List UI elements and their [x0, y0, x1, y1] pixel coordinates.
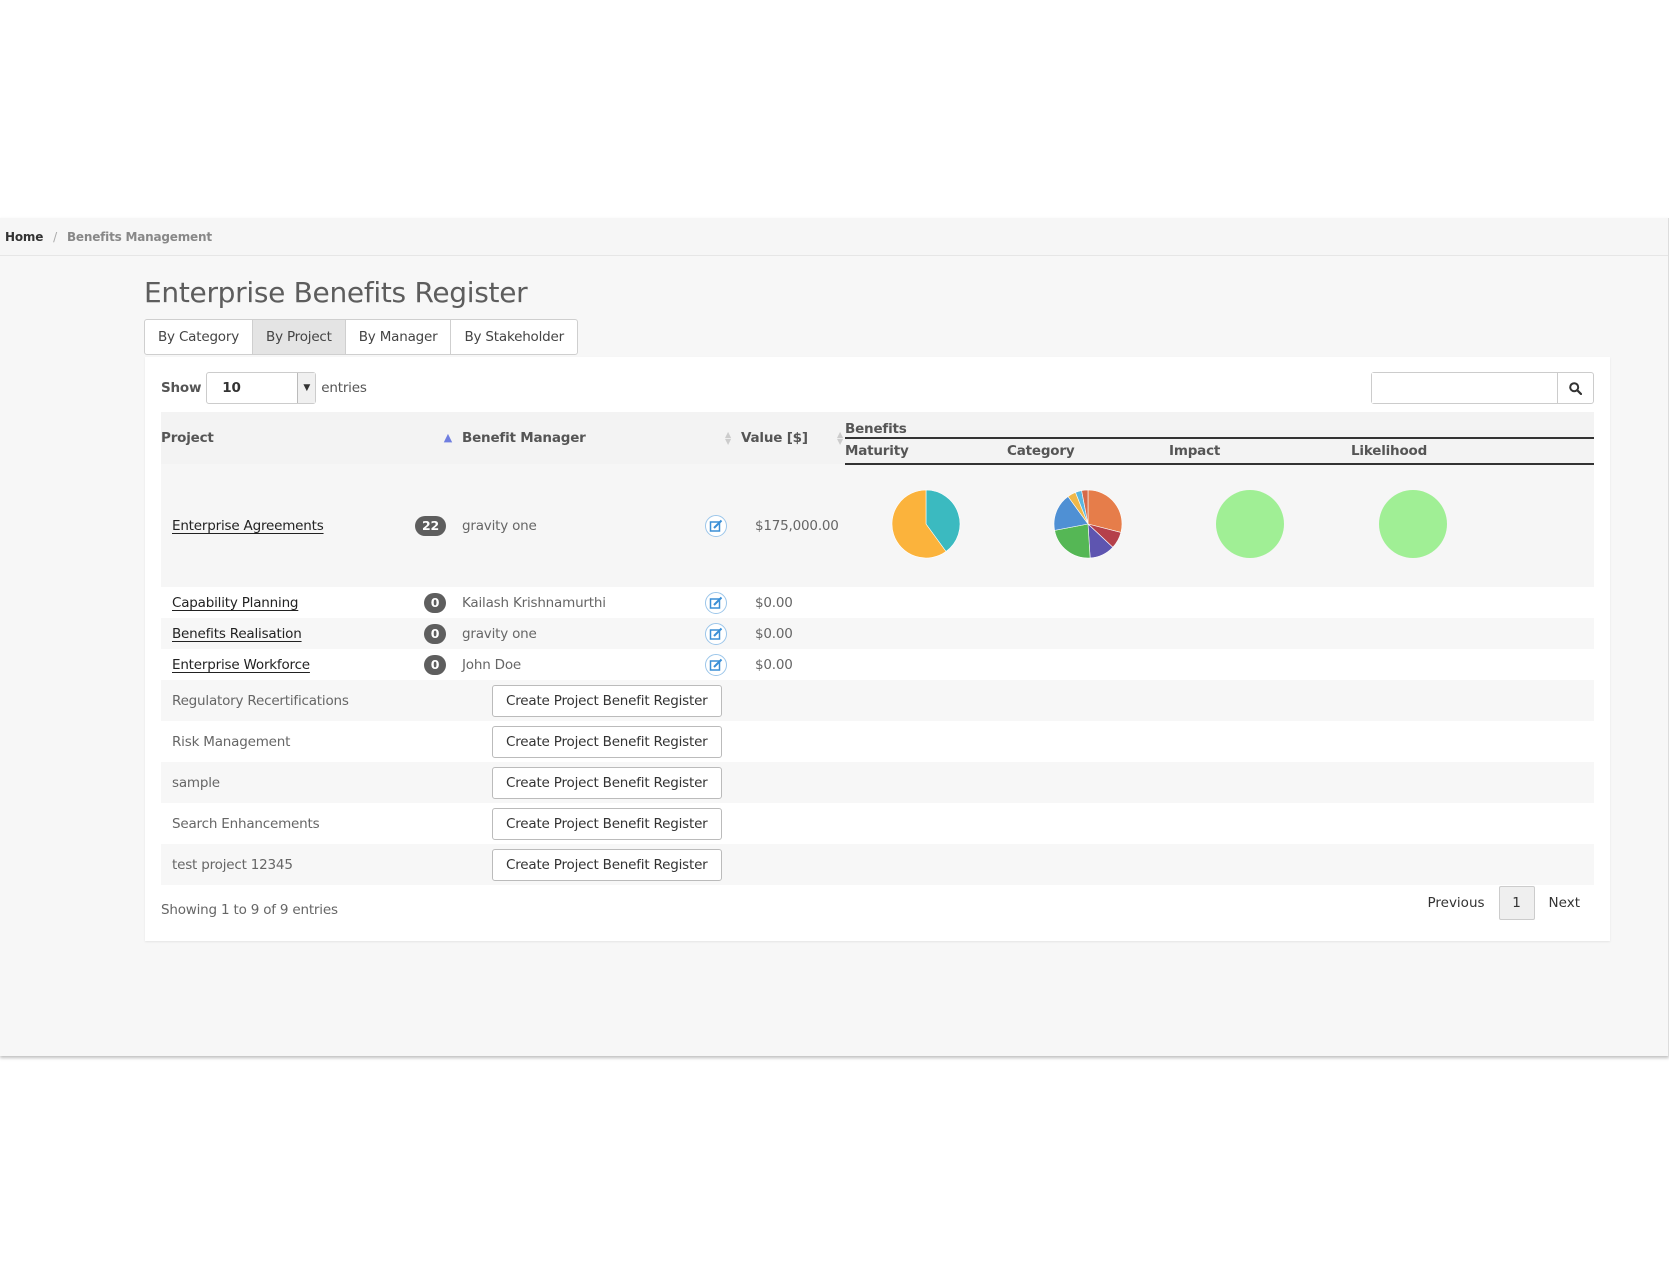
view-tabs: By Category By Project By Manager By Sta… [144, 319, 578, 355]
column-value[interactable]: Value [$] ▲ ▼ [741, 412, 845, 464]
column-maturity: Maturity [845, 438, 1007, 465]
benefits-table: Project ▲ Benefit Manager ▲ ▼ Value [$] ▲… [161, 412, 1594, 885]
column-impact: Impact [1169, 438, 1331, 465]
edit-icon[interactable] [705, 514, 727, 537]
category-pie-cell [1007, 464, 1169, 587]
maturity-pie-cell [845, 464, 1007, 587]
column-category: Category [1007, 438, 1169, 465]
tab-by-project[interactable]: By Project [253, 320, 346, 354]
manager-cell: Kailash Krishnamurthi [462, 594, 606, 611]
column-likelihood: Likelihood [1331, 438, 1594, 465]
create-register-button[interactable]: Create Project Benefit Register [492, 807, 722, 840]
edit-icon[interactable] [705, 622, 727, 645]
entries-label: entries [321, 380, 367, 396]
create-register-button[interactable]: Create Project Benefit Register [492, 848, 722, 881]
project-cell: Capability Planning 0 [161, 587, 462, 618]
category-pie [1053, 489, 1123, 559]
benefit-count-badge: 0 [424, 592, 446, 613]
project-cell: Enterprise Workforce 0 [161, 649, 462, 680]
search-input[interactable] [1372, 373, 1557, 403]
breadcrumb-home[interactable]: Home [5, 230, 43, 244]
table-row: Risk Management Create Project Benefit R… [161, 721, 1594, 762]
benefit-count-badge: 22 [415, 515, 446, 536]
project-name: sample [161, 762, 462, 803]
sort-both-icon: ▲ ▼ [725, 430, 731, 446]
sort-asc-icon: ▲ [443, 431, 452, 444]
table-row: test project 12345 Create Project Benefi… [161, 844, 1594, 885]
edit-icon[interactable] [705, 591, 727, 614]
project-name: Search Enhancements [172, 815, 320, 832]
column-project[interactable]: Project ▲ [161, 412, 462, 464]
manager-cell: gravity one [462, 464, 699, 587]
project-link[interactable]: Enterprise Agreements [172, 518, 324, 534]
impact-pie-cell [1169, 464, 1331, 587]
column-manager[interactable]: Benefit Manager ▲ ▼ [462, 412, 741, 464]
maturity-pie [891, 489, 961, 559]
project-name: Risk Management [172, 733, 291, 750]
table-row: Regulatory Recertifications Create Proje… [161, 680, 1594, 721]
tab-by-category[interactable]: By Category [145, 320, 254, 354]
edit-cell [699, 464, 741, 587]
table-row: Enterprise Workforce 0 John Doe $0.00 [161, 649, 1594, 680]
project-link[interactable]: Benefits Realisation [172, 626, 302, 642]
page-1-button[interactable]: 1 [1498, 886, 1535, 920]
create-register-button[interactable]: Create Project Benefit Register [492, 766, 722, 799]
previous-button[interactable]: Previous [1413, 895, 1498, 911]
likelihood-pie [1379, 490, 1447, 558]
project-cell: Enterprise Agreements 22 [161, 464, 462, 587]
search-icon [1569, 381, 1582, 395]
sort-both-icon: ▲ ▼ [837, 430, 843, 446]
table-row: Search Enhancements Create Project Benef… [161, 803, 1594, 844]
next-button[interactable]: Next [1535, 895, 1594, 911]
create-register-button[interactable]: Create Project Benefit Register [492, 684, 722, 717]
value-cell: $0.00 [755, 656, 793, 673]
breadcrumb: Home / Benefits Management [0, 218, 1668, 256]
likelihood-pie-cell [1331, 464, 1594, 587]
value-cell: $0.00 [741, 618, 845, 649]
search-box [1371, 372, 1594, 404]
benefit-count-badge: 0 [424, 623, 446, 644]
value-cell: $0.00 [755, 594, 793, 611]
register-panel: Show 10 ▼ entries Project ▲ Benefit Mana… [145, 357, 1610, 941]
breadcrumb-separator: / [53, 229, 57, 244]
manager-cell: John Doe [462, 656, 522, 673]
benefit-count-badge: 0 [424, 654, 446, 675]
pagination: Previous 1 Next [1413, 886, 1594, 920]
edit-icon[interactable] [705, 653, 727, 676]
manager-cell: gravity one [462, 618, 699, 649]
breadcrumb-current: Benefits Management [66, 229, 212, 244]
impact-pie [1216, 490, 1284, 558]
app-frame: Home / Benefits Management Enterprise Be… [0, 218, 1669, 1056]
project-name: test project 12345 [161, 844, 462, 885]
column-value-label: Value [$] [741, 430, 808, 446]
entries-select-value: 10 [222, 380, 241, 396]
table-row: sample Create Project Benefit Register [161, 762, 1594, 803]
edit-cell [699, 618, 741, 649]
page-title: Enterprise Benefits Register [144, 276, 528, 309]
edit-cell [699, 649, 741, 680]
length-control: Show 10 ▼ entries [161, 372, 367, 404]
table-row: Benefits Realisation 0 gravity one $0.00 [161, 618, 1594, 649]
column-project-label: Project [161, 430, 214, 446]
chevron-down-icon: ▼ [297, 373, 316, 403]
tab-by-stakeholder[interactable]: By Stakeholder [451, 320, 577, 354]
tab-by-manager[interactable]: By Manager [346, 320, 452, 354]
likelihood-slice-0 [1379, 490, 1447, 558]
project-link[interactable]: Enterprise Workforce [172, 657, 310, 673]
create-register-button[interactable]: Create Project Benefit Register [492, 725, 722, 758]
table-row: Enterprise Agreements 22 gravity one $17… [161, 464, 1594, 587]
entries-select[interactable]: 10 ▼ [206, 372, 317, 404]
table-row: Capability Planning 0 Kailash Krishnamur… [161, 587, 1594, 618]
search-button[interactable] [1557, 373, 1593, 403]
project-cell: Benefits Realisation 0 [161, 618, 462, 649]
column-manager-label: Benefit Manager [462, 430, 586, 446]
value-cell: $175,000.00 [741, 464, 845, 587]
show-label: Show [161, 380, 202, 396]
impact-slice-0 [1216, 490, 1284, 558]
edit-cell [699, 587, 741, 618]
table-info: Showing 1 to 9 of 9 entries [161, 902, 338, 918]
project-name: Regulatory Recertifications [161, 680, 462, 721]
project-link[interactable]: Capability Planning [172, 595, 298, 611]
column-group-benefits: Benefits [845, 412, 1594, 439]
